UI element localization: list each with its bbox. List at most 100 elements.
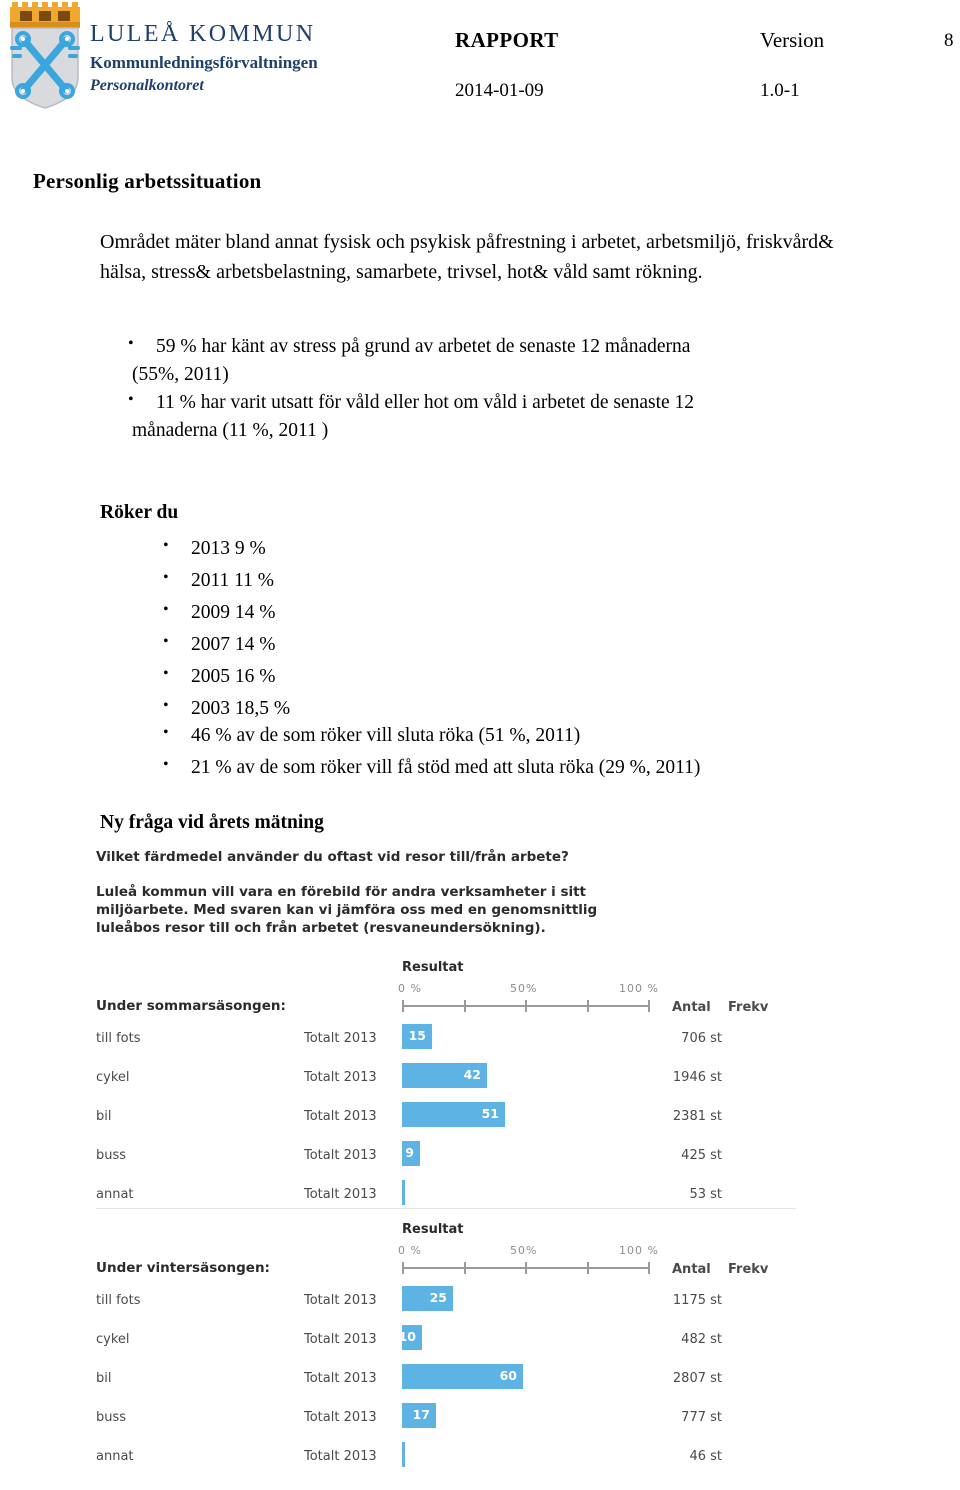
table-row: buss Totalt 2013 9 425 st <box>96 1139 836 1178</box>
row-category-label: till fots <box>96 1293 141 1308</box>
table-row: annat Totalt 2013 46 st <box>96 1440 836 1479</box>
result-axis <box>402 1262 650 1274</box>
axis-tick <box>525 1262 527 1274</box>
chart-title: Resultat <box>402 960 464 975</box>
smoking-year-item: 2013 9 % <box>155 534 455 563</box>
organization-block: LULEÅ KOMMUN Kommunledningsförvaltningen… <box>90 22 430 96</box>
row-bar-value: 51 <box>481 1106 499 1121</box>
row-bar-value: 9 <box>405 1145 414 1160</box>
row-bar-area: 25 <box>402 1286 652 1311</box>
chart-rows: till fots Totalt 2013 15 706 st cykel Totalt … <box>96 1022 836 1217</box>
axis-tick <box>648 1000 650 1012</box>
row-count-value: 777 st <box>681 1410 722 1425</box>
table-row: cykel Totalt 2013 42 1946 st <box>96 1061 836 1100</box>
version-label: Version <box>760 28 825 52</box>
row-count-value: 2381 st <box>672 1109 722 1124</box>
smoking-heading: Röker du <box>100 502 179 523</box>
survey-result-image: Vilket färdmedel använder du oftast vid … <box>96 850 836 1490</box>
smoking-year-item: 2007 14 % <box>155 630 455 659</box>
column-header-antal: Antal <box>672 1000 711 1015</box>
row-bar-value: 15 <box>408 1028 426 1043</box>
row-bar-area: 9 <box>402 1141 652 1166</box>
row-category-label: till fots <box>96 1031 141 1046</box>
axis-tick <box>587 1262 589 1274</box>
version-value: 1.0-1 <box>760 80 800 101</box>
axis-tick-label: 0 % <box>398 982 422 995</box>
row-bar-area <box>402 1180 652 1205</box>
chart-separator <box>96 1208 796 1209</box>
axis-tick-labels: 0 % 50% 100 % <box>396 982 696 996</box>
axis-tick-label: 50% <box>510 982 538 995</box>
row-bar: 10 <box>398 1325 422 1350</box>
row-period-label: Totalt 2013 <box>304 1449 377 1464</box>
row-bar-area: 15 <box>402 1024 652 1049</box>
row-count-value: 46 st <box>689 1449 722 1464</box>
stress-bullet-item: (55%, 2011) <box>132 364 229 386</box>
survey-question: Vilket färdmedel använder du oftast vid … <box>96 849 569 865</box>
row-count-value: 53 st <box>689 1187 722 1202</box>
row-bar-area: 10 <box>398 1325 652 1350</box>
row-period-label: Totalt 2013 <box>304 1371 377 1386</box>
row-period-label: Totalt 2013 <box>304 1332 377 1347</box>
chart-title: Resultat <box>402 1222 464 1237</box>
row-category-label: annat <box>96 1449 134 1464</box>
row-count-value: 1175 st <box>672 1293 722 1308</box>
row-bar: 42 <box>402 1063 487 1088</box>
column-header-antal: Antal <box>672 1262 711 1277</box>
table-row: buss Totalt 2013 17 777 st <box>96 1401 836 1440</box>
axis-tick-labels: 0 % 50% 100 % <box>396 1244 696 1258</box>
stress-bullet-item: 11 % har varit utsatt för våld eller hot… <box>120 388 880 417</box>
row-bar-value: 25 <box>429 1290 447 1305</box>
table-row: bil Totalt 2013 51 2381 st <box>96 1100 836 1139</box>
chart-rows: till fots Totalt 2013 25 1175 st cykel Totalt… <box>96 1284 836 1479</box>
table-row: bil Totalt 2013 60 2807 st <box>96 1362 836 1401</box>
row-count-value: 706 st <box>681 1031 722 1046</box>
row-category-label: annat <box>96 1187 134 1202</box>
page-title: Personlig arbetssituation <box>33 169 262 194</box>
organization-name: LULEÅ KOMMUN <box>90 21 316 47</box>
row-period-label: Totalt 2013 <box>304 1410 377 1425</box>
new-question-heading: Ny fråga vid årets mätning <box>100 812 324 833</box>
row-bar-value: 10 <box>398 1329 416 1344</box>
row-bar-area: 51 <box>402 1102 652 1127</box>
axis-tick-label: 50% <box>510 1244 538 1257</box>
row-bar-area: 42 <box>402 1063 652 1088</box>
quit-smoking-bullet-list: 46 % av de som röker vill sluta röka (51… <box>155 721 915 786</box>
row-count-value: 425 st <box>681 1148 722 1163</box>
intro-paragraph: Området mäter bland annat fysisk och psy… <box>100 231 834 284</box>
axis-tick <box>464 1000 466 1012</box>
axis-tick <box>648 1262 650 1274</box>
axis-tick <box>402 1262 404 1274</box>
row-period-label: Totalt 2013 <box>304 1293 377 1308</box>
page-number: 8 <box>944 30 954 51</box>
row-count-value: 1946 st <box>672 1070 722 1085</box>
row-count-value: 482 st <box>681 1332 722 1347</box>
column-header-frekv: Frekv <box>728 1262 769 1277</box>
table-row: till fots Totalt 2013 25 1175 st <box>96 1284 836 1323</box>
row-bar: 51 <box>402 1102 505 1127</box>
document-date: 2014-01-09 <box>455 80 544 101</box>
row-bar-area: 17 <box>402 1403 652 1428</box>
stress-bullet-list: 59 % har känt av stress på grund av arbe… <box>120 332 880 445</box>
table-row: cykel Totalt 2013 10 482 st <box>96 1323 836 1362</box>
axis-tick <box>402 1000 404 1012</box>
row-bar-value: 42 <box>463 1067 481 1082</box>
organization-unit: Personalkontoret <box>90 77 204 95</box>
row-bar: 9 <box>402 1141 420 1166</box>
row-period-label: Totalt 2013 <box>304 1148 377 1163</box>
row-bar <box>402 1442 405 1467</box>
axis-tick-label: 100 % <box>619 1244 659 1257</box>
row-bar-area <box>402 1442 652 1467</box>
table-row: annat Totalt 2013 53 st <box>96 1178 836 1217</box>
smoking-year-list: 2013 9 % 2011 11 % 2009 14 % 2007 14 % 2005 … <box>155 534 455 727</box>
row-category-label: buss <box>96 1410 127 1425</box>
season-label: Under vintersäsongen: <box>96 1260 270 1276</box>
season-label: Under sommarsäsongen: <box>96 998 286 1014</box>
lulea-coat-of-arms-icon <box>6 2 84 110</box>
row-category-label: bil <box>96 1371 112 1386</box>
table-row: till fots Totalt 2013 15 706 st <box>96 1022 836 1061</box>
row-period-label: Totalt 2013 <box>304 1187 377 1202</box>
quit-smoking-item: 21 % av de som röker vill få stöd med at… <box>155 753 915 782</box>
quit-smoking-item: 46 % av de som röker vill sluta röka (51… <box>155 721 915 750</box>
row-bar-area: 60 <box>402 1364 652 1389</box>
